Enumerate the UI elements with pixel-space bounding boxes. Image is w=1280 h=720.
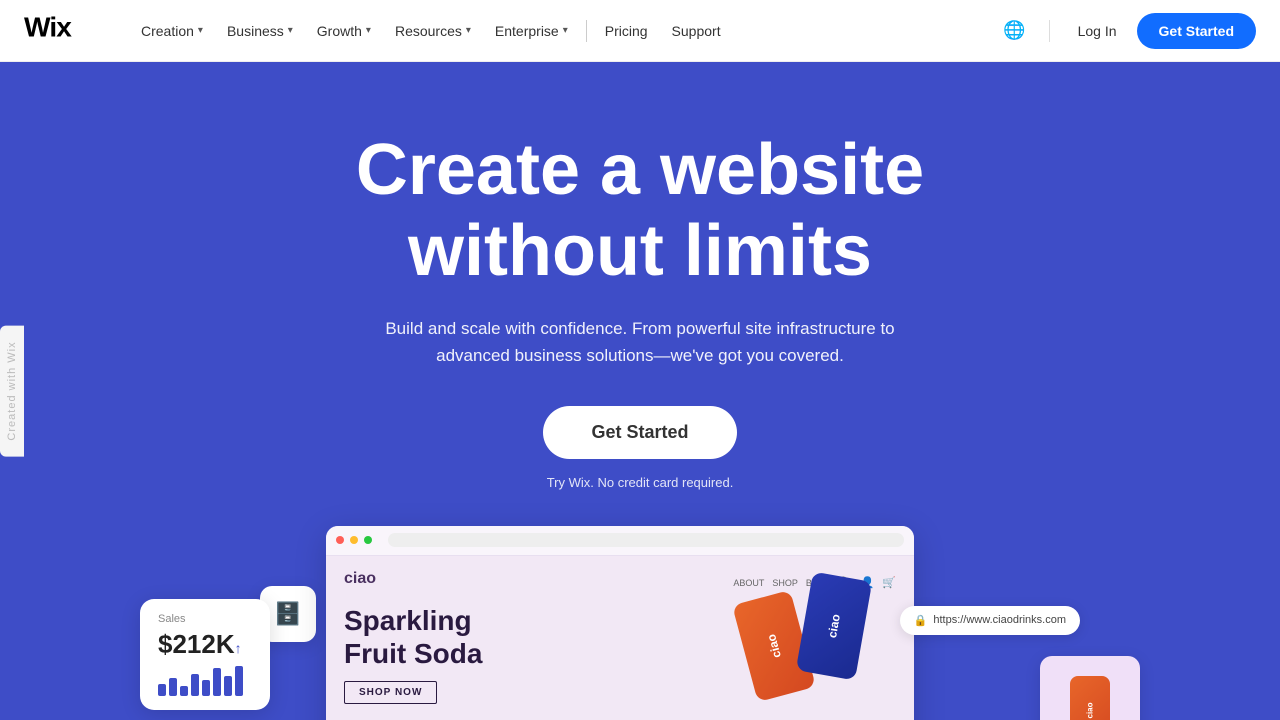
- nav-vertical-divider: [1049, 20, 1050, 42]
- cans-decoration: ciao ciao: [684, 566, 884, 720]
- sales-card: Sales $212K↑: [140, 599, 270, 710]
- nav-get-started-button[interactable]: Get Started: [1137, 13, 1256, 49]
- login-button[interactable]: Log In: [1070, 17, 1125, 45]
- chart-bar: [224, 676, 232, 696]
- shop-now-button[interactable]: SHOP NOW: [344, 681, 437, 704]
- hero-title: Create a website without limits: [356, 130, 924, 291]
- nav-resources[interactable]: Resources ▾: [385, 17, 481, 45]
- created-with-wix-label: Created with Wix: [0, 325, 24, 456]
- nav-support[interactable]: Support: [662, 17, 731, 45]
- cart-icon: 🛒: [882, 576, 896, 589]
- can-orange-label: ciao: [764, 632, 784, 659]
- chevron-down-icon: ▾: [366, 25, 371, 36]
- hero-section: Created with Wix Create a website withou…: [0, 62, 1280, 720]
- nav-creation[interactable]: Creation ▾: [131, 17, 213, 45]
- chart-bar: [191, 674, 199, 696]
- browser-mockup: 🗄️ Sales $212K↑: [320, 526, 960, 720]
- browser-topbar: [326, 526, 914, 556]
- product-card: ciao: [1040, 656, 1140, 720]
- chevron-down-icon: ▾: [198, 25, 203, 36]
- hero-note: Try Wix. No credit card required.: [547, 475, 734, 490]
- can-blue-label: ciao: [825, 613, 843, 639]
- browser-window: ciao ABOUT SHOP BLOG 🔍 👤 🛒 Sparkling Fru…: [326, 526, 914, 720]
- url-text: https://www.ciaodrinks.com: [933, 614, 1066, 626]
- chevron-down-icon: ▾: [288, 25, 293, 36]
- hero-subtitle: Build and scale with confidence. From po…: [380, 315, 900, 369]
- nav-links: Creation ▾ Business ▾ Growth ▾ Resources…: [131, 17, 1001, 45]
- nav-growth[interactable]: Growth ▾: [307, 17, 381, 45]
- svg-text:Wix: Wix: [24, 12, 72, 42]
- browser-maximize-dot: [364, 536, 372, 544]
- browser-content: ciao ABOUT SHOP BLOG 🔍 👤 🛒 Sparkling Fru…: [326, 556, 914, 720]
- sales-chart: [158, 666, 252, 696]
- product-can-label: ciao: [1085, 703, 1094, 719]
- chart-bar: [158, 684, 166, 696]
- browser-close-dot: [336, 536, 344, 544]
- nav-right: 🌐 Log In Get Started: [1001, 13, 1256, 49]
- database-icon: 🗄️: [274, 601, 301, 627]
- can-blue: ciao: [796, 571, 872, 680]
- chevron-down-icon: ▾: [563, 25, 568, 36]
- nav-enterprise[interactable]: Enterprise ▾: [485, 17, 578, 45]
- globe-icon[interactable]: 🌐: [1001, 17, 1029, 45]
- navbar: Wix Creation ▾ Business ▾ Growth ▾ Resou…: [0, 0, 1280, 62]
- product-can: ciao: [1070, 676, 1110, 720]
- hero-get-started-button[interactable]: Get Started: [543, 406, 736, 459]
- chart-bar: [180, 686, 188, 696]
- chart-bar: [213, 668, 221, 696]
- sales-value: $212K↑: [158, 629, 252, 660]
- chart-bar: [202, 680, 210, 696]
- wix-logo[interactable]: Wix: [24, 12, 99, 49]
- nav-business[interactable]: Business ▾: [217, 17, 303, 45]
- url-badge: 🔒 https://www.ciaodrinks.com: [900, 606, 1080, 635]
- chart-bar: [169, 678, 177, 696]
- wix-logo-svg: Wix: [24, 12, 99, 42]
- browser-minimize-dot: [350, 536, 358, 544]
- ciao-brand: ciao: [344, 570, 376, 588]
- lock-icon: 🔒: [914, 614, 928, 627]
- nav-divider: [586, 20, 587, 42]
- nav-pricing[interactable]: Pricing: [595, 17, 658, 45]
- sales-label: Sales: [158, 613, 252, 625]
- chevron-down-icon: ▾: [466, 25, 471, 36]
- chart-bar: [235, 666, 243, 696]
